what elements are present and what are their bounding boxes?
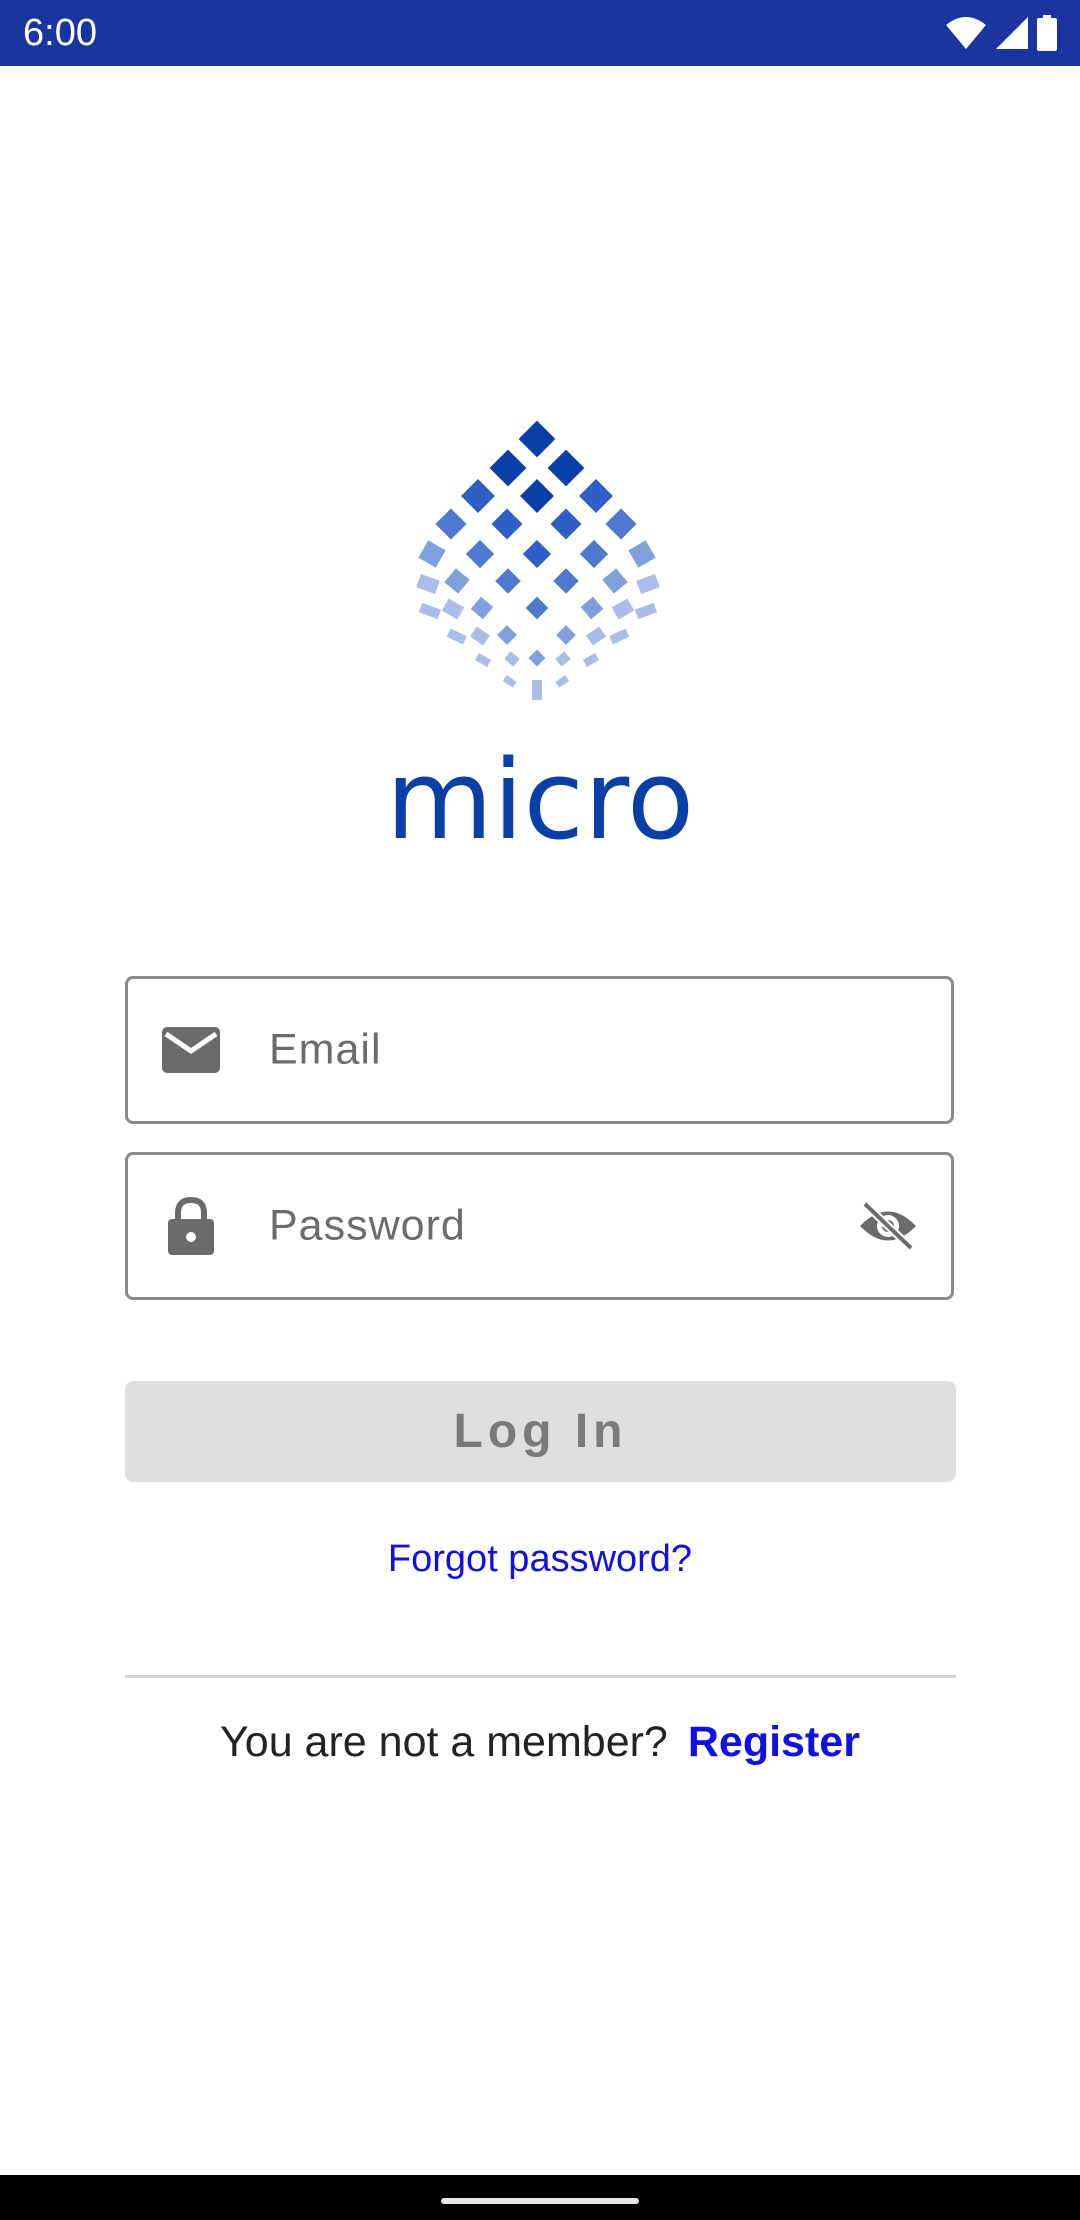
divider xyxy=(125,1675,956,1678)
status-icons xyxy=(944,14,1058,52)
logo-wordmark-text: micro xyxy=(386,748,694,858)
logo-wordmark: micro xyxy=(0,736,1080,864)
logo-wordmark-graphic: micro xyxy=(386,736,694,864)
lock-icon xyxy=(161,1196,221,1256)
register-link[interactable]: Register xyxy=(688,1718,860,1766)
signal-icon xyxy=(994,15,1030,51)
email-field[interactable]: Email xyxy=(125,976,954,1124)
status-bar: 6:00 xyxy=(0,0,1080,66)
register-row: You are not a member? Register xyxy=(0,1718,1080,1767)
forgot-password-link[interactable]: Forgot password? xyxy=(0,1538,1080,1581)
navigation-bar xyxy=(0,2175,1080,2220)
logo-mark-icon xyxy=(416,420,660,700)
battery-icon xyxy=(1036,15,1058,51)
home-handle[interactable] xyxy=(441,2198,639,2204)
password-placeholder: Password xyxy=(269,1201,466,1250)
register-prompt: You are not a member? xyxy=(220,1718,668,1766)
email-placeholder: Email xyxy=(269,1025,382,1074)
app-logo: micro xyxy=(0,420,1080,864)
email-icon xyxy=(161,1020,221,1080)
login-screen: 6:00 micro Email Password Log In Forgot … xyxy=(0,0,1080,2220)
wifi-icon xyxy=(944,15,988,51)
visibility-off-icon[interactable] xyxy=(855,1193,921,1259)
status-time: 6:00 xyxy=(23,12,97,54)
login-button[interactable]: Log In xyxy=(125,1381,956,1482)
password-field[interactable]: Password xyxy=(125,1152,954,1300)
